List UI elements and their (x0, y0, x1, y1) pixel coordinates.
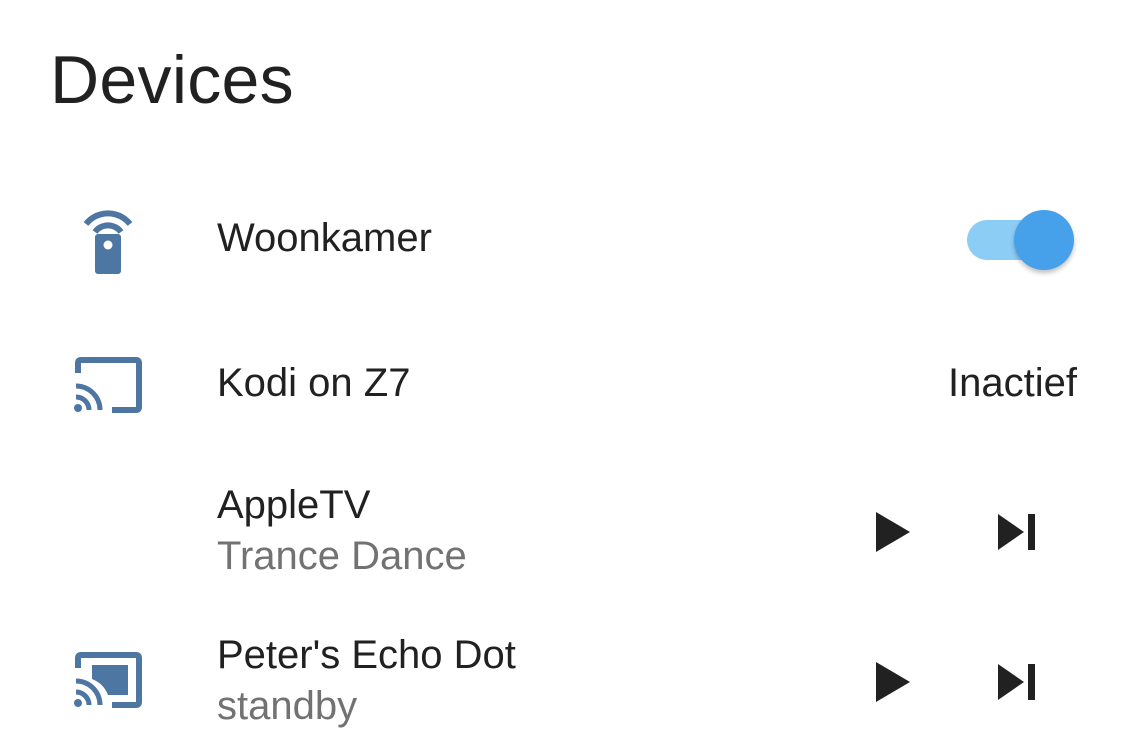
device-row-kodi[interactable]: Kodi on Z7 Inactief (0, 335, 1125, 435)
power-toggle[interactable] (965, 210, 1075, 270)
skip-next-icon (986, 652, 1046, 712)
device-name: Kodi on Z7 (217, 361, 411, 405)
device-name: AppleTV (217, 483, 371, 527)
device-row-woonkamer[interactable]: Woonkamer (0, 190, 1125, 290)
device-name: Woonkamer (217, 216, 432, 260)
device-status: standby (217, 684, 358, 728)
play-icon (862, 502, 922, 562)
card-title: Devices (50, 42, 294, 118)
devices-card: Devices Woonkamer Kodi on Z7 Inactief Ap… (0, 0, 1125, 732)
device-state: Inactief (948, 361, 1077, 405)
cast-icon (74, 357, 142, 418)
toggle-thumb (1014, 210, 1074, 270)
remote-icon (78, 202, 138, 283)
device-row-appletv[interactable]: AppleTV Trance Dance (0, 478, 1125, 588)
device-row-echo-dot[interactable]: Peter's Echo Dot standby (0, 628, 1125, 732)
media-title: Trance Dance (217, 534, 467, 578)
skip-next-icon (986, 502, 1046, 562)
device-name: Peter's Echo Dot (217, 633, 516, 677)
next-track-button[interactable] (986, 502, 1046, 562)
cast-connected-icon (74, 652, 142, 713)
play-button[interactable] (862, 502, 922, 562)
play-button[interactable] (862, 652, 922, 712)
play-icon (862, 652, 922, 712)
next-track-button[interactable] (986, 652, 1046, 712)
